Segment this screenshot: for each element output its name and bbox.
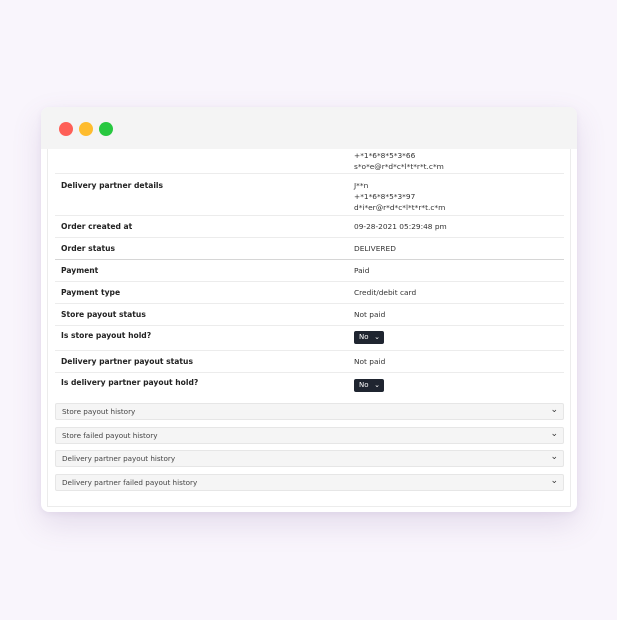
store-payout-hold-row: Is store payout hold? No ⌄ (55, 326, 564, 351)
dp-payout-hold-select[interactable]: No ⌄ (354, 379, 384, 392)
chevron-down-icon: ⌄ (550, 476, 558, 486)
close-window-button[interactable] (59, 122, 73, 136)
chevron-down-icon: ⌄ (374, 381, 380, 389)
dp-payout-status-value: Not paid (354, 357, 386, 366)
order-status-value: DELIVERED (354, 244, 396, 253)
chevron-down-icon: ⌄ (374, 333, 380, 341)
payment-type-value: Credit/debit card (354, 288, 417, 297)
chevron-down-icon: ⌄ (550, 405, 558, 415)
browser-window: +*1*6*8*5*3*66 s*o*e@r*d*c*l*t*r*t.c*m D… (41, 107, 577, 512)
delivery-partner-failed-payout-history-accordion[interactable]: Delivery partner failed payout history ⌄ (55, 474, 564, 491)
order-created-label: Order created at (61, 222, 133, 231)
store-failed-payout-history-accordion[interactable]: Store failed payout history ⌄ (55, 427, 564, 444)
order-details-panel: +*1*6*8*5*3*66 s*o*e@r*d*c*l*t*r*t.c*m D… (47, 149, 571, 507)
dp-payout-hold-row: Is delivery partner payout hold? No ⌄ (55, 373, 564, 397)
store-details-row: +*1*6*8*5*3*66 s*o*e@r*d*c*l*t*r*t.c*m (55, 149, 564, 174)
order-created-row: Order created at 09-28-2021 05:29:48 pm (55, 216, 564, 238)
window-titlebar (41, 107, 577, 149)
delivery-partner-details-label: Delivery partner details (61, 181, 164, 190)
store-payout-hold-select[interactable]: No ⌄ (354, 331, 384, 344)
payment-label: Payment (61, 266, 99, 275)
store-payout-status-row: Store payout status Not paid (55, 304, 564, 326)
delivery-partner-payout-history-accordion[interactable]: Delivery partner payout history ⌄ (55, 450, 564, 467)
store-email: s*o*e@r*d*c*l*t*r*t.c*m (354, 162, 444, 171)
chevron-down-icon: ⌄ (550, 429, 558, 439)
delivery-partner-details-row: Delivery partner details J**n +*1*6*8*5*… (55, 174, 564, 216)
order-status-row: Order status DELIVERED (55, 238, 564, 260)
minimize-window-button[interactable] (79, 122, 93, 136)
store-payout-status-label: Store payout status (61, 310, 146, 319)
accordion-label: Store payout history (62, 407, 136, 416)
accordion-label: Delivery partner failed payout history (62, 478, 198, 487)
maximize-window-button[interactable] (99, 122, 113, 136)
store-payout-status-value: Not paid (354, 310, 386, 319)
delivery-partner-email: d*i*er@r*d*c*l*t*r*t.c*m (354, 203, 446, 212)
accordion-label: Store failed payout history (62, 431, 158, 440)
store-payout-hold-selected: No (359, 333, 369, 341)
chevron-down-icon: ⌄ (550, 452, 558, 462)
dp-payout-hold-selected: No (359, 381, 369, 389)
payment-type-row: Payment type Credit/debit card (55, 282, 564, 304)
order-status-label: Order status (61, 244, 116, 253)
order-created-value: 09-28-2021 05:29:48 pm (354, 222, 447, 231)
dp-payout-hold-label: Is delivery partner payout hold? (61, 378, 199, 387)
dp-payout-status-row: Delivery partner payout status Not paid (55, 351, 564, 373)
payment-value: Paid (354, 266, 370, 275)
dp-payout-status-label: Delivery partner payout status (61, 357, 193, 366)
accordion-label: Delivery partner payout history (62, 454, 176, 463)
store-payout-hold-label: Is store payout hold? (61, 331, 152, 340)
payment-type-label: Payment type (61, 288, 121, 297)
store-payout-history-accordion[interactable]: Store payout history ⌄ (55, 403, 564, 420)
payment-row: Payment Paid (55, 260, 564, 282)
